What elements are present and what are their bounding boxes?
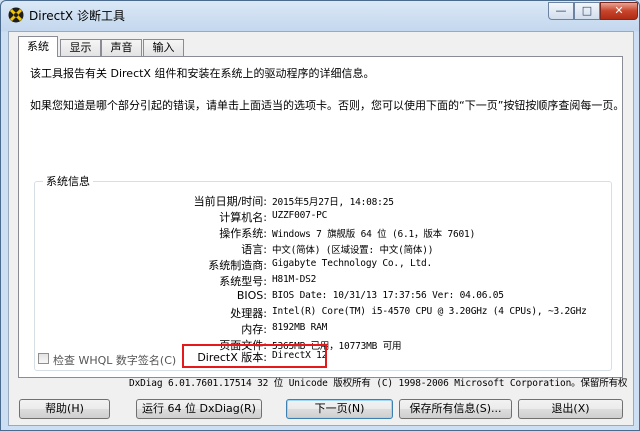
info-label: 操作系统:: [219, 227, 267, 240]
info-row-bios: BIOS: BIOS Date: 10/31/13 17:37:56 Ver: …: [19, 289, 624, 305]
dialog-client-area: 系统 显示 声音 输入 该工具报告有关 DirectX 组件和安装在系统上的驱动…: [8, 31, 634, 426]
info-row-processor: 处理器: Intel(R) Core(TM) i5-4570 CPU @ 3.2…: [19, 305, 624, 321]
window-title: DirectX 诊断工具: [29, 9, 125, 23]
info-row-language: 语言: 中文(简体) (区域设置: 中文(简体)): [19, 241, 624, 257]
minimize-button[interactable]: —: [548, 2, 574, 20]
info-label: 系统制造商:: [208, 259, 267, 272]
tab-display[interactable]: 显示: [60, 39, 101, 56]
help-button[interactable]: 帮助(H): [19, 399, 110, 419]
info-row-datetime: 当前日期/时间: 2015年5月27日, 14:08:25: [19, 193, 624, 209]
info-value: UZZF007-PC: [272, 210, 328, 221]
info-row-manufacturer: 系统制造商: Gigabyte Technology Co., Ltd.: [19, 257, 624, 273]
intro-text-2: 如果您知道是哪个部分引起的错误，请单击上面适当的选项卡。否则，您可以使用下面的“…: [30, 99, 625, 112]
system-tab-panel: 该工具报告有关 DirectX 组件和安装在系统上的驱动程序的详细信息。 如果您…: [18, 56, 625, 378]
next-page-button[interactable]: 下一页(N): [286, 399, 393, 419]
info-label: 当前日期/时间:: [193, 195, 267, 208]
intro-text-1: 该工具报告有关 DirectX 组件和安装在系统上的驱动程序的详细信息。: [30, 67, 375, 80]
info-label: 系统型号:: [219, 275, 267, 288]
info-label: 处理器:: [230, 307, 267, 320]
directx-version-highlight: [182, 344, 327, 368]
run-64bit-dxdiag-button[interactable]: 运行 64 位 DxDiag(R): [136, 399, 262, 419]
dxdiag-window: DirectX 诊断工具 — □ ✕ 系统 显示 声音 输入 该工具报告有关 D…: [0, 0, 640, 431]
info-label: 语言:: [241, 243, 267, 256]
info-value: Windows 7 旗舰版 64 位 (6.1，版本 7601): [272, 229, 476, 240]
copyright-text: DxDiag 6.01.7601.17514 32 位 Unicode 版权所有…: [129, 378, 628, 389]
info-label: 内存:: [241, 323, 267, 336]
tab-sound[interactable]: 声音: [101, 39, 142, 56]
system-info-title: 系统信息: [43, 173, 93, 189]
close-button[interactable]: ✕: [600, 2, 638, 20]
info-label: 计算机名:: [219, 211, 267, 224]
whql-checkbox-label[interactable]: 检查 WHQL 数字签名(C): [53, 352, 176, 368]
info-value: 8192MB RAM: [272, 322, 328, 333]
title-bar[interactable]: DirectX 诊断工具 — □ ✕: [1, 1, 639, 29]
maximize-button[interactable]: □: [574, 2, 600, 20]
whql-checkbox[interactable]: [38, 353, 49, 364]
info-value: 中文(简体) (区域设置: 中文(简体)): [272, 245, 434, 256]
info-value: Gigabyte Technology Co., Ltd.: [272, 258, 433, 269]
info-value: 2015年5月27日, 14:08:25: [272, 197, 394, 208]
info-value: Intel(R) Core(TM) i5-4570 CPU @ 3.20GHz …: [272, 306, 587, 317]
info-value: H81M-DS2: [272, 274, 317, 285]
info-row-os: 操作系统: Windows 7 旗舰版 64 位 (6.1，版本 7601): [19, 225, 624, 241]
info-row-computer-name: 计算机名: UZZF007-PC: [19, 209, 624, 225]
save-all-info-button[interactable]: 保存所有信息(S)...: [399, 399, 512, 419]
info-row-memory: 内存: 8192MB RAM: [19, 321, 624, 337]
info-row-model: 系统型号: H81M-DS2: [19, 273, 624, 289]
tab-system[interactable]: 系统: [18, 36, 58, 57]
info-label: BIOS:: [236, 289, 267, 302]
tab-input[interactable]: 输入: [143, 39, 184, 56]
info-value: BIOS Date: 10/31/13 17:37:56 Ver: 04.06.…: [272, 290, 504, 301]
directx-icon: [8, 7, 24, 23]
exit-button[interactable]: 退出(X): [518, 399, 623, 419]
